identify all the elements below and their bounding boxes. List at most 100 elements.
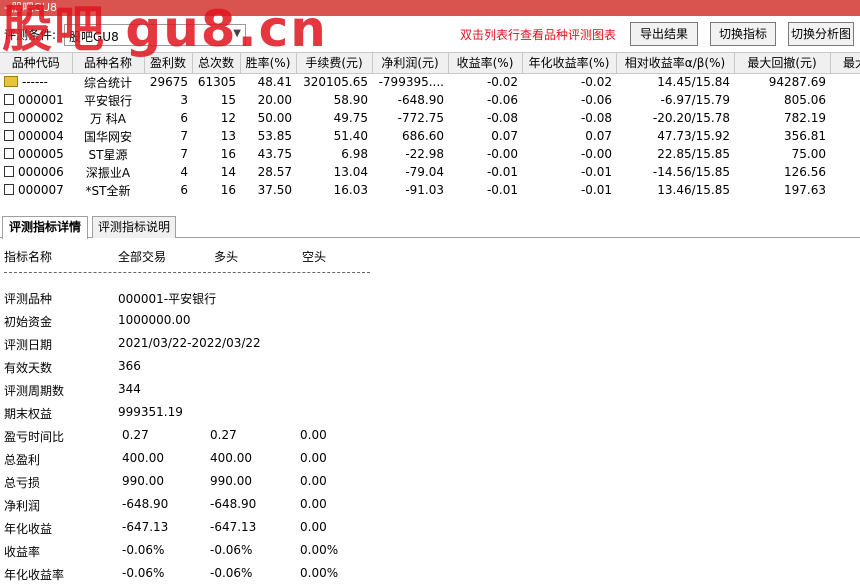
condition-select[interactable]: 股吧GU8 ▼ [64,24,246,46]
column-header[interactable]: 最大 [830,53,860,74]
chevron-down-icon[interactable]: ▼ [233,28,241,39]
cell-winrate: 53.85 [257,129,292,143]
export-button[interactable]: 导出结果 [630,22,698,46]
separator-line [4,272,370,273]
cell-ret: -0.01 [486,165,518,179]
cell-profit: -91.03 [405,183,444,197]
cell-mdd: 126.56 [784,165,826,179]
cell-name: 万 科A [89,111,127,126]
cell-empty [830,145,860,163]
detail-short: 0.00 [300,474,327,488]
cell-rel: 14.45/15.84 [657,75,730,90]
detail-short: 0.00 [300,451,327,465]
table-row[interactable]: 000005 ST星源 7 16 43.75 6.98 -22.98 -0.00 -0.00 22… [0,145,860,163]
checkbox-icon[interactable] [4,130,14,141]
column-header[interactable]: 相对收益率α/β(%) [616,53,735,74]
cell-total: 15 [220,93,236,107]
detail-long: -648.90 [210,497,257,511]
switch-indicator-button[interactable]: 切换指标 [710,22,776,46]
column-header[interactable]: 品种名称 [72,53,145,74]
cell-empty [830,127,860,145]
cell-ret: 0.07 [491,129,518,143]
col-metric-name: 指标名称 [4,250,53,264]
checkbox-icon[interactable] [4,148,14,159]
cell-code-text: ------ [22,75,48,90]
cell-total: 16 [220,147,236,161]
window-titlebar: - 股吧GU8 [0,0,860,16]
checkbox-icon[interactable] [4,112,14,123]
cell-ret: -0.02 [486,75,518,90]
column-header[interactable]: 品种代码 [0,53,73,74]
cell-annual: -0.08 [580,111,612,125]
details-panel: 指标名称 全部交易 多头 空头 评测品种 000001-平安银行 初始资金 10000… [0,240,860,588]
detail-label: 净利润 [4,499,41,513]
cell-code-text: 000006 [18,165,64,179]
detail-short: 0.00 [300,520,327,534]
detail-tabs: 评测指标详情 评测指标说明 [0,214,860,239]
cell-code: 000004 [0,127,72,145]
condition-label: 评测条件: [4,28,57,42]
detail-label: 年化收益率 [4,568,65,582]
cell-winrate: 43.75 [257,147,292,161]
cell-fee: 13.04 [333,165,368,179]
column-header[interactable]: 收益率(%) [448,53,523,74]
cell-rel: -6.97/15.79 [660,93,730,107]
detail-label: 期末权益 [4,407,53,421]
column-header[interactable]: 年化收益率(%) [522,53,617,74]
cell-mdd: 94287.69 [768,75,826,90]
table-row[interactable]: 000001 平安银行 3 15 20.00 58.90 -648.90 -0.06 -0.06… [0,91,860,109]
cell-total: 14 [220,165,236,179]
checkbox-icon[interactable] [4,184,14,195]
cell-mdd: 356.81 [784,129,826,143]
cell-total: 16 [220,183,236,197]
tab-metric-details[interactable]: 评测指标详情 [2,216,88,239]
toolbar: 评测条件: 股吧GU8 ▼ 双击列表行查看品种评测图表 导出结果 切换指标 切换… [0,16,860,52]
cell-ret: -0.01 [486,183,518,197]
table-row[interactable]: 000006 深振业A 4 14 28.57 13.04 -79.04 -0.01 -0.01 -… [0,163,860,181]
column-header[interactable]: 手续费(元) [296,53,373,74]
column-header[interactable]: 盈利数 [144,53,193,74]
cell-name: 综合统计 [83,75,132,90]
column-header[interactable]: 最大回撤(元) [734,53,831,74]
cell-winrate: 37.50 [257,183,292,197]
column-header[interactable]: 净利润(元) [372,53,449,74]
results-grid[interactable]: 品种代码 品种名称 盈利数 总次数 胜率(%) 手续费(元) 净利润(元) 收益率(%) 年化收… [0,52,860,208]
cell-total: 13 [220,129,236,143]
cell-mdd: 197.63 [784,183,826,197]
cell-profit: -22.98 [405,147,444,161]
tab-metric-explanation[interactable]: 评测指标说明 [92,216,176,238]
cell-code: 000001 [0,91,72,109]
checkbox-icon[interactable] [4,166,14,177]
cell-mdd: 782.19 [784,111,826,125]
cell-annual: -0.01 [580,165,612,179]
table-row[interactable]: 000007 *ST全新 6 16 37.50 16.03 -91.03 -0.01 -0.01… [0,181,860,199]
table-row[interactable]: 000002 万 科A 6 12 50.00 49.75 -772.75 -0.08 -0.08… [0,109,860,127]
cell-code-text: 000002 [18,111,64,125]
detail-label: 评测日期 [4,338,53,352]
cell-name: *ST全新 [85,183,131,198]
detail-label: 收益率 [4,545,41,559]
detail-all: -648.90 [122,497,169,511]
cell-rel: 22.85/15.85 [657,147,730,161]
table-row[interactable]: 000004 国华网安 7 13 53.85 51.40 686.60 0.07 0.07 47.… [0,127,860,145]
cell-code: 000002 [0,109,72,127]
cell-profit: -772.75 [397,111,444,125]
condition-value: 股吧GU8 [69,30,119,44]
detail-all: -0.06% [122,543,165,557]
column-header[interactable]: 总次数 [192,53,241,74]
detail-long: 400.00 [210,451,252,465]
checkbox-icon[interactable] [4,94,14,105]
cell-ret: -0.00 [486,147,518,161]
detail-label: 年化收益 [4,522,53,536]
switch-chart-button[interactable]: 切换分析图 [788,22,854,46]
cell-name: ST星源 [88,147,128,162]
cell-total: 61305 [197,75,236,90]
cell-annual: -0.02 [580,75,612,90]
cell-annual: -0.01 [580,183,612,197]
cell-rel: 47.73/15.92 [657,129,730,143]
cell-wins: 6 [180,111,188,125]
column-header[interactable]: 胜率(%) [240,53,297,74]
cell-wins: 7 [180,129,188,143]
col-all-trades: 全部交易 [118,250,167,264]
table-row[interactable]: ------ 综合统计 29675 61305 48.41 320105.65 -79939… [0,73,860,91]
